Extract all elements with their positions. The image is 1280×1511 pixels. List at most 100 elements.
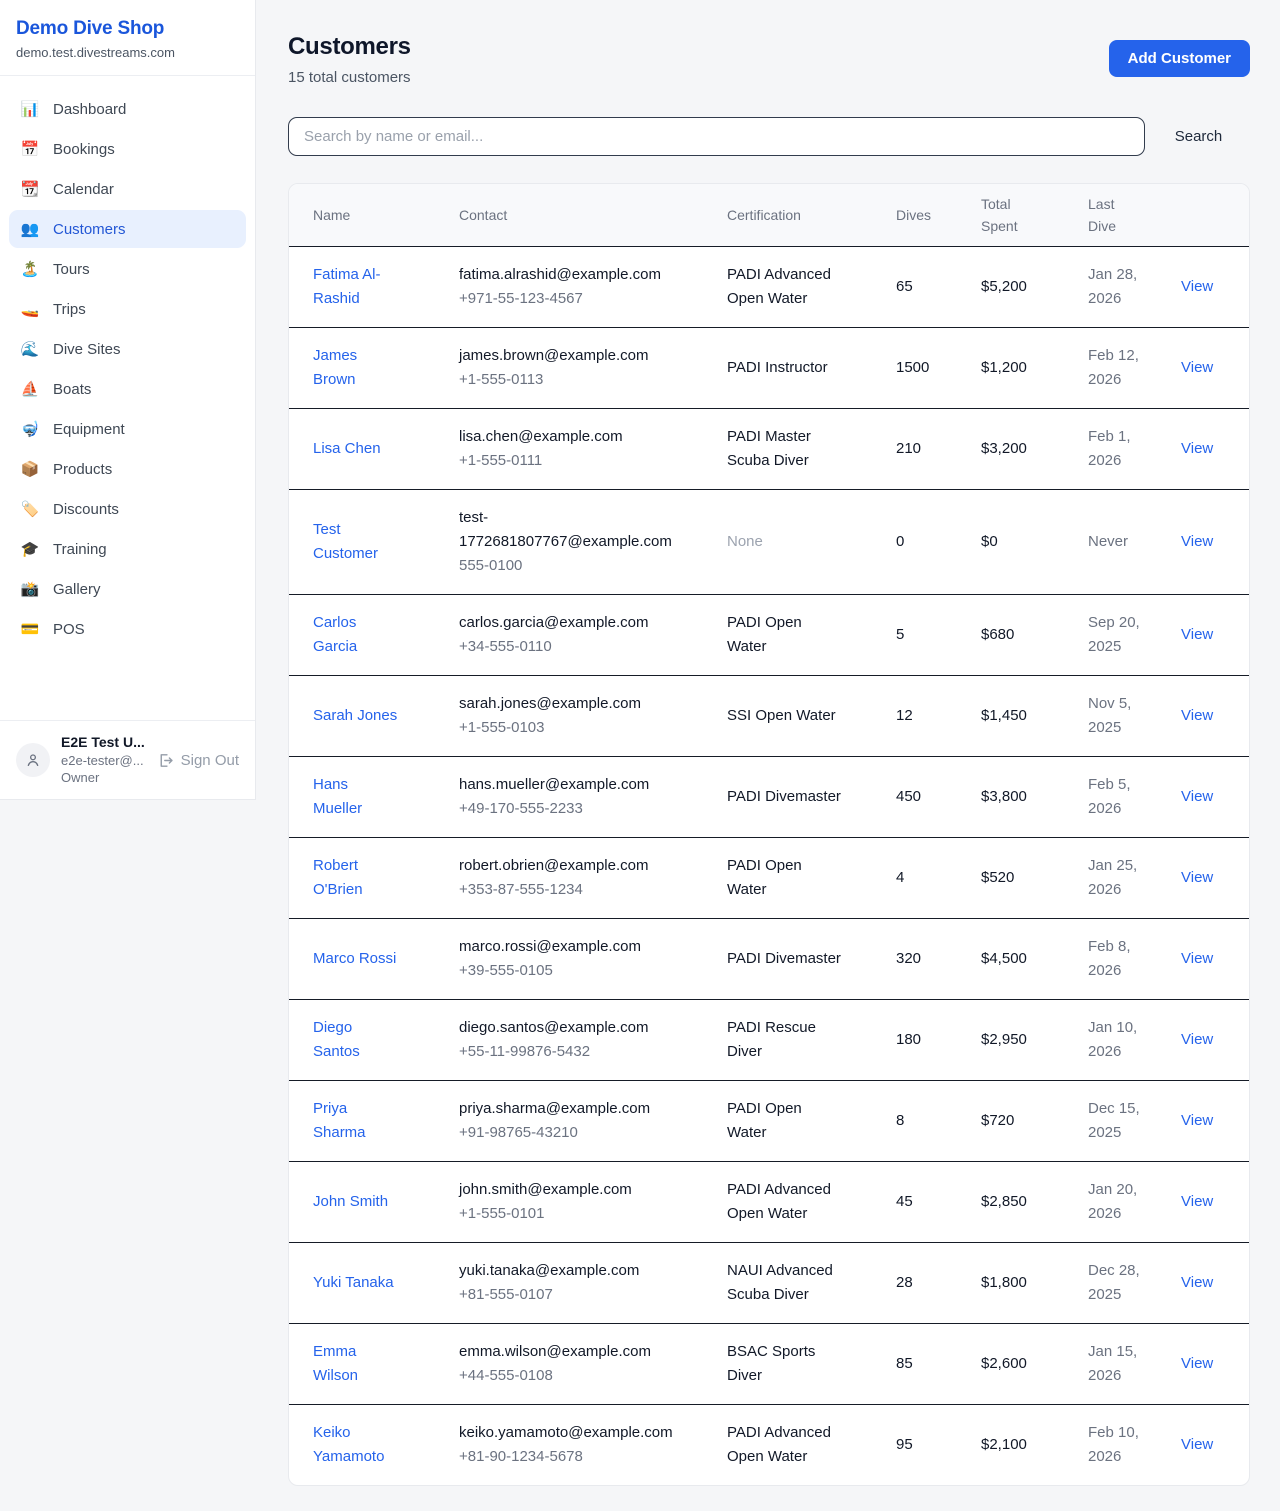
view-link[interactable]: View	[1181, 1355, 1213, 1372]
sidebar-item-boats[interactable]: ⛵ Boats	[9, 370, 246, 408]
view-link[interactable]: View	[1181, 1112, 1213, 1129]
customer-certification: PADI Advanced Open Water	[727, 1181, 831, 1222]
customer-name-link[interactable]: John Smith	[313, 1193, 388, 1210]
customer-phone: +44-555-0108	[459, 1364, 674, 1388]
customer-total-spent: $4,500	[981, 919, 1088, 1000]
sidebar-item-tours[interactable]: 🏝️ Tours	[9, 250, 246, 288]
sidebar-item-dashboard[interactable]: 📊 Dashboard	[9, 90, 246, 128]
table-header: Name Contact Certification Dives Total S…	[289, 184, 1250, 247]
sidebar-item-label: Products	[53, 461, 112, 478]
customer-email: test-1772681807767@example.com	[459, 506, 674, 554]
customer-last-dive: Jan 20, 2026	[1088, 1181, 1137, 1222]
equipment-icon: 🤿	[20, 420, 40, 438]
sidebar-item-gallery[interactable]: 📸 Gallery	[9, 570, 246, 608]
customer-name-link[interactable]: Lisa Chen	[313, 440, 381, 457]
customer-name-link[interactable]: Yuki Tanaka	[313, 1274, 394, 1291]
customer-last-dive: Feb 10, 2026	[1088, 1424, 1139, 1465]
sidebar-item-dive-sites[interactable]: 🌊 Dive Sites	[9, 330, 246, 368]
sidebar-item-label: Calendar	[53, 181, 114, 198]
customer-last-dive: Feb 8, 2026	[1088, 938, 1131, 979]
customer-last-dive: Feb 1, 2026	[1088, 428, 1131, 469]
customer-email: robert.obrien@example.com	[459, 854, 674, 878]
view-link[interactable]: View	[1181, 1274, 1213, 1291]
add-customer-button[interactable]: Add Customer	[1109, 40, 1250, 77]
customer-name-link[interactable]: Test Customer	[313, 521, 378, 562]
search-button[interactable]: Search	[1147, 118, 1250, 155]
customer-total-spent: $520	[981, 838, 1088, 919]
col-total-spent: Total Spent	[981, 184, 1088, 247]
customer-email: emma.wilson@example.com	[459, 1340, 674, 1364]
shop-name: Demo Dive Shop	[16, 18, 239, 40]
customer-dives: 180	[896, 1000, 981, 1081]
view-link[interactable]: View	[1181, 869, 1213, 886]
customer-certification: PADI Master Scuba Diver	[727, 428, 811, 469]
table-row: Diego Santos diego.santos@example.com +5…	[289, 1000, 1250, 1081]
sidebar-item-label: Dashboard	[53, 101, 126, 118]
customer-name-link[interactable]: Priya Sharma	[313, 1100, 366, 1141]
view-link[interactable]: View	[1181, 440, 1213, 457]
customer-total-spent: $0	[981, 490, 1088, 595]
sidebar-item-products[interactable]: 📦 Products	[9, 450, 246, 488]
customer-dives: 45	[896, 1162, 981, 1243]
view-link[interactable]: View	[1181, 788, 1213, 805]
user-name: E2E Test U...	[61, 733, 145, 752]
customer-total-spent: $3,800	[981, 757, 1088, 838]
view-link[interactable]: View	[1181, 359, 1213, 376]
sidebar-item-bookings[interactable]: 📅 Bookings	[9, 130, 246, 168]
customer-dives: 0	[896, 490, 981, 595]
customer-total-spent: $2,600	[981, 1324, 1088, 1405]
view-link[interactable]: View	[1181, 707, 1213, 724]
view-link[interactable]: View	[1181, 278, 1213, 295]
sidebar-nav: 📊 Dashboard 📅 Bookings 📆 Calendar 👥 Cust…	[0, 76, 255, 720]
search-input[interactable]	[288, 117, 1145, 156]
logout-icon	[157, 752, 174, 769]
customer-name-link[interactable]: Diego Santos	[313, 1019, 360, 1060]
sidebar-item-calendar[interactable]: 📆 Calendar	[9, 170, 246, 208]
sidebar-item-training[interactable]: 🎓 Training	[9, 530, 246, 568]
dashboard-icon: 📊	[20, 100, 40, 118]
tours-icon: 🏝️	[20, 260, 40, 278]
sidebar-item-pos[interactable]: 💳 POS	[9, 610, 246, 648]
sidebar-item-label: Trips	[53, 301, 86, 318]
customer-name-link[interactable]: Emma Wilson	[313, 1343, 358, 1384]
customer-phone: +1-555-0103	[459, 716, 674, 740]
customer-email: keiko.yamamoto@example.com	[459, 1421, 674, 1445]
sidebar-item-label: Boats	[53, 381, 91, 398]
customer-email: marco.rossi@example.com	[459, 935, 674, 959]
sidebar-item-trips[interactable]: 🚤 Trips	[9, 290, 246, 328]
customer-name-link[interactable]: Keiko Yamamoto	[313, 1424, 384, 1465]
customer-email: priya.sharma@example.com	[459, 1097, 674, 1121]
customer-total-spent: $2,850	[981, 1162, 1088, 1243]
table-row: Sarah Jones sarah.jones@example.com +1-5…	[289, 676, 1250, 757]
sidebar-item-equipment[interactable]: 🤿 Equipment	[9, 410, 246, 448]
search-bar: Search	[288, 117, 1250, 156]
col-last-dive: Last Dive	[1088, 184, 1181, 247]
customer-name-link[interactable]: Carlos Garcia	[313, 614, 357, 655]
customer-name-link[interactable]: Robert O'Brien	[313, 857, 363, 898]
view-link[interactable]: View	[1181, 950, 1213, 967]
calendar-icon: 📆	[20, 180, 40, 198]
customer-name-link[interactable]: Sarah Jones	[313, 707, 397, 724]
customer-phone: +81-90-1234-5678	[459, 1445, 674, 1469]
view-link[interactable]: View	[1181, 1193, 1213, 1210]
view-link[interactable]: View	[1181, 533, 1213, 550]
customer-dives: 450	[896, 757, 981, 838]
customer-last-dive: Never	[1088, 533, 1128, 550]
customer-name-link[interactable]: Fatima Al-Rashid	[313, 266, 381, 307]
customer-certification: NAUI Advanced Scuba Diver	[727, 1262, 833, 1303]
customer-certification: SSI Open Water	[727, 707, 836, 724]
customer-name-link[interactable]: James Brown	[313, 347, 357, 388]
customer-name-link[interactable]: Hans Mueller	[313, 776, 362, 817]
customer-phone: +55-11-99876-5432	[459, 1040, 674, 1064]
view-link[interactable]: View	[1181, 1031, 1213, 1048]
customer-certification: PADI Advanced Open Water	[727, 1424, 831, 1465]
sidebar-header: Demo Dive Shop demo.test.divestreams.com	[0, 0, 255, 76]
sign-out-button[interactable]: Sign Out	[157, 752, 239, 769]
view-link[interactable]: View	[1181, 626, 1213, 643]
sidebar-item-discounts[interactable]: 🏷️ Discounts	[9, 490, 246, 528]
sidebar-item-customers[interactable]: 👥 Customers	[9, 210, 246, 248]
customer-total-spent: $2,950	[981, 1000, 1088, 1081]
view-link[interactable]: View	[1181, 1436, 1213, 1453]
sidebar-item-label: Gallery	[53, 581, 101, 598]
customer-name-link[interactable]: Marco Rossi	[313, 950, 396, 967]
